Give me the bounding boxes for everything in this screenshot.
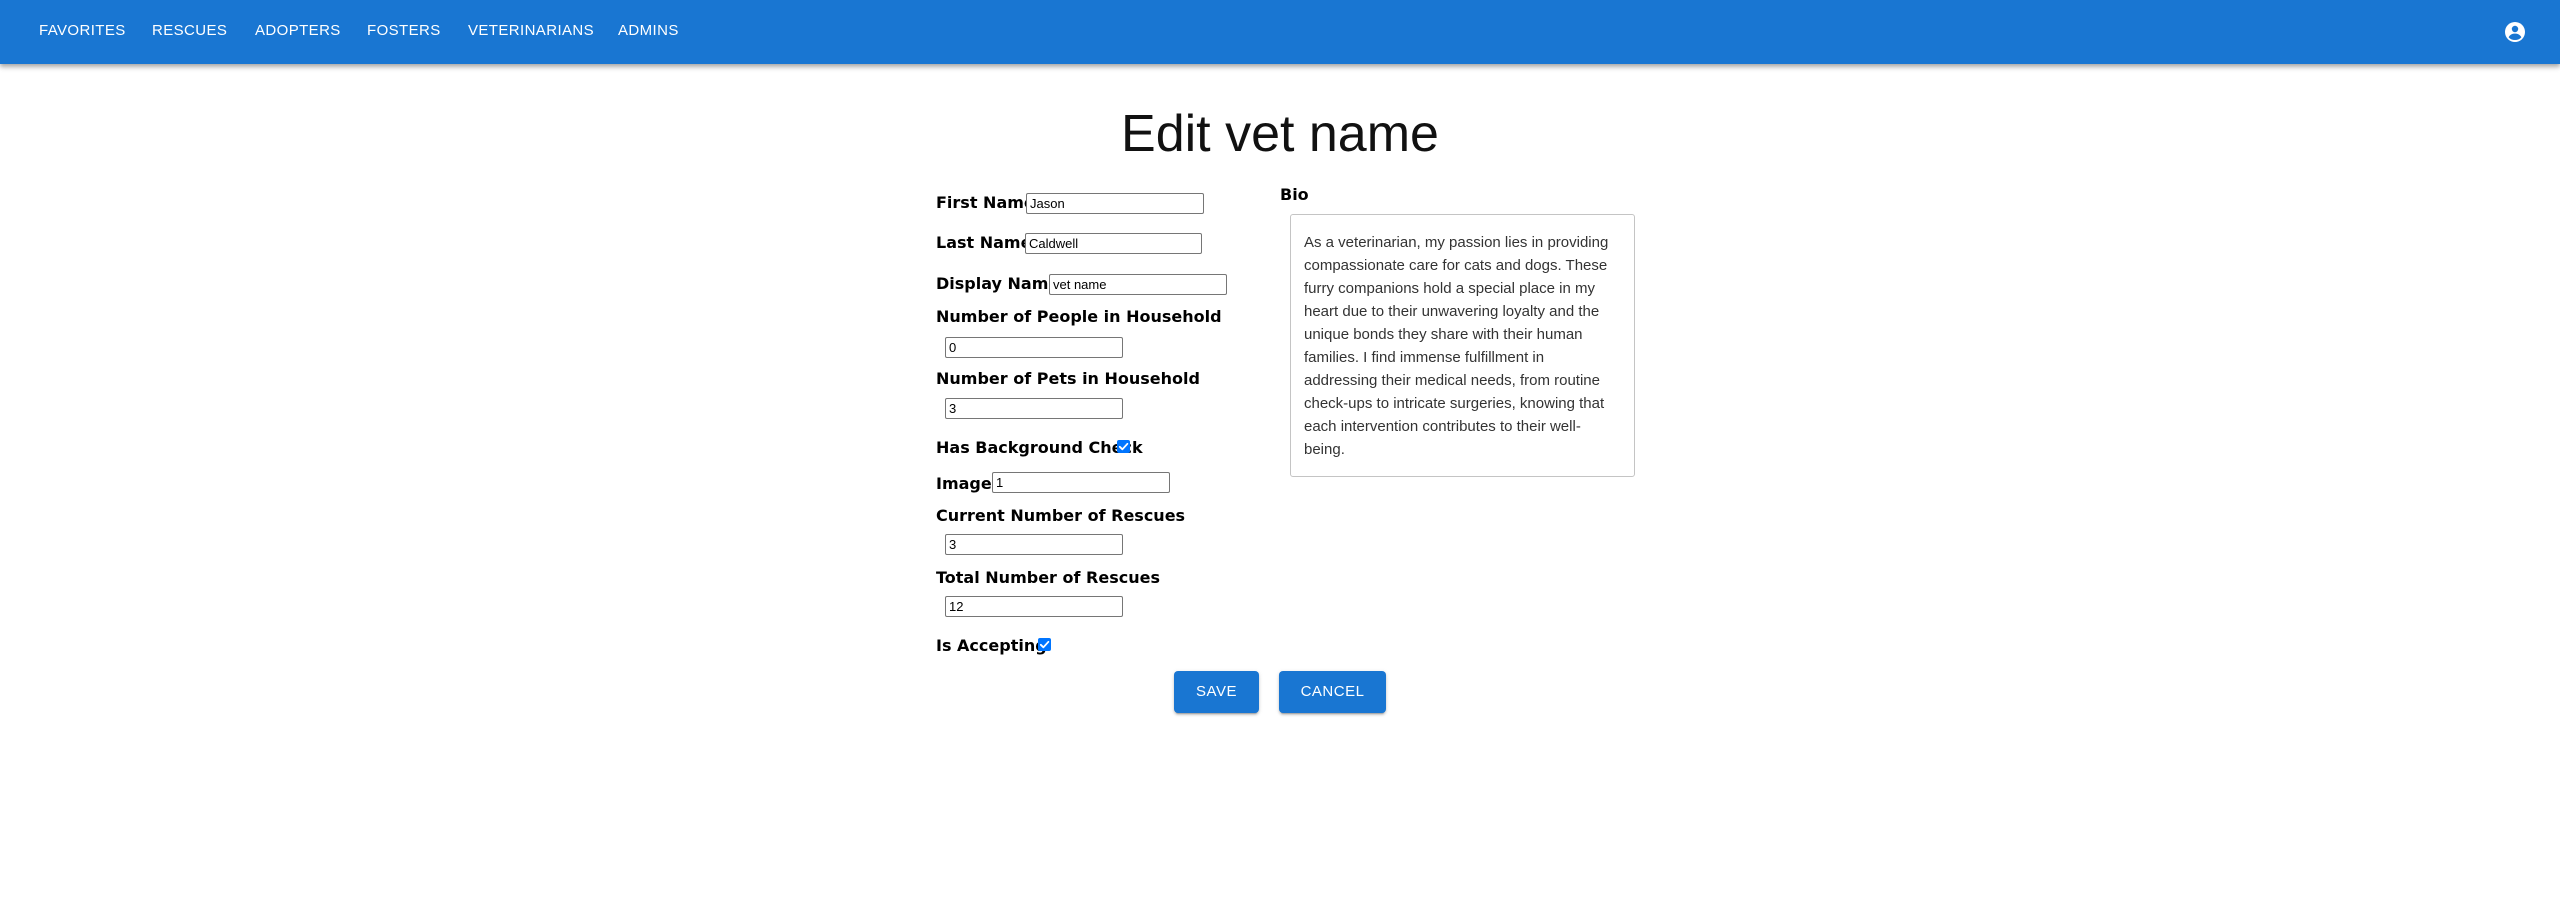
nav-veterinarians[interactable]: VETERINARIANS bbox=[468, 22, 594, 39]
image-input[interactable] bbox=[992, 472, 1170, 493]
last-name-label: Last Name bbox=[936, 233, 1032, 252]
account-circle-icon[interactable] bbox=[2503, 20, 2527, 44]
save-button[interactable]: SAVE bbox=[1174, 671, 1259, 713]
nav-rescues[interactable]: RESCUES bbox=[152, 22, 227, 39]
background-check-label: Has Background Check bbox=[936, 438, 1143, 457]
current-rescues-input[interactable] bbox=[945, 534, 1123, 555]
current-rescues-label: Current Number of Rescues bbox=[936, 506, 1186, 525]
nav-adopters[interactable]: ADOPTERS bbox=[255, 22, 341, 39]
total-rescues-label: Total Number of Rescues bbox=[936, 568, 1160, 587]
first-name-label: First Name bbox=[936, 193, 1035, 212]
cancel-button[interactable]: CANCEL bbox=[1279, 671, 1386, 713]
last-name-input[interactable] bbox=[1025, 233, 1202, 254]
bio-textarea[interactable]: As a veterinarian, my passion lies in pr… bbox=[1290, 214, 1635, 477]
bio-label: Bio bbox=[1280, 185, 1309, 204]
display-name-input[interactable] bbox=[1049, 274, 1227, 295]
background-check-checkbox[interactable] bbox=[1117, 440, 1130, 453]
people-in-household-input[interactable] bbox=[945, 337, 1123, 358]
image-label: Image bbox=[936, 474, 992, 493]
people-in-household-label: Number of People in Household bbox=[936, 307, 1222, 326]
top-app-bar: FAVORITES RESCUES ADOPTERS FOSTERS VETER… bbox=[0, 0, 2560, 64]
nav-fosters[interactable]: FOSTERS bbox=[367, 22, 441, 39]
display-name-label: Display Name bbox=[936, 274, 1060, 293]
is-accepting-checkbox[interactable] bbox=[1038, 638, 1051, 651]
pets-in-household-input[interactable] bbox=[945, 398, 1123, 419]
nav-admins[interactable]: ADMINS bbox=[618, 22, 679, 39]
page-title: Edit vet name bbox=[1121, 105, 1439, 163]
first-name-input[interactable] bbox=[1026, 193, 1204, 214]
total-rescues-input[interactable] bbox=[945, 596, 1123, 617]
is-accepting-label: Is Accepting bbox=[936, 636, 1047, 655]
nav-favorites[interactable]: FAVORITES bbox=[39, 22, 126, 39]
pets-in-household-label: Number of Pets in Household bbox=[936, 369, 1200, 388]
